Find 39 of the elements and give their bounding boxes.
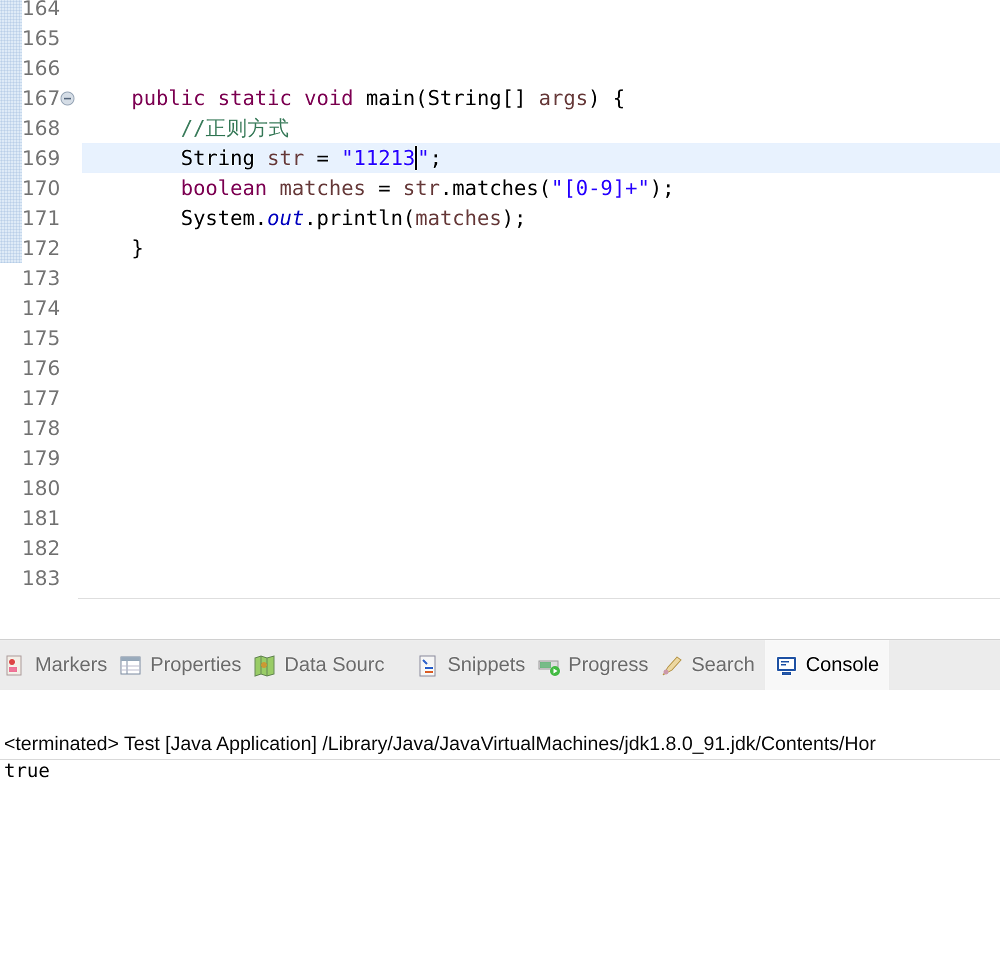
code-line: public static void main(String[] args) { [130, 86, 626, 110]
line-number: 168 [22, 116, 60, 140]
line-number: 164 [22, 0, 60, 20]
line-number: 176 [22, 356, 60, 380]
line-number: 172 [22, 236, 60, 260]
code-line: System.out.println(matches); [180, 206, 526, 230]
line-number: 182 [22, 536, 60, 560]
console-header: <terminated> Test [Java Application] /Library/Java/JavaVirtualMachines/jdk1.8.0_91.jdk/Contents/Hor [0, 733, 1000, 760]
line-number: 177 [22, 386, 60, 410]
line-number: 170 [22, 176, 60, 200]
panel-tab[interactable]: Progress [535, 640, 658, 690]
panel-tab[interactable]: Search [658, 640, 765, 690]
table-icon [119, 654, 142, 676]
line-number: 171 [22, 206, 60, 230]
panel-tab[interactable]: Markers [2, 640, 118, 690]
line-number: 183 [22, 566, 60, 590]
collapse-icon[interactable] [60, 90, 75, 106]
panel-tab[interactable]: Snippets [414, 640, 536, 690]
pen-icon [660, 654, 684, 676]
panel-tab[interactable]: Properties [117, 640, 252, 690]
panel-tab[interactable]: Console [764, 640, 890, 690]
code-line: //正则方式 [180, 115, 290, 142]
code-line: boolean matches = str.matches("[0-9]+"); [180, 176, 674, 200]
code-line: } [130, 236, 144, 260]
line-number: 174 [22, 296, 60, 320]
map-icon [253, 654, 276, 676]
line-number: 167 [22, 86, 60, 110]
line-number: 165 [22, 26, 60, 50]
line-number: 166 [22, 56, 60, 80]
line-number: 173 [22, 266, 60, 290]
line-number: 180 [22, 476, 60, 500]
line-number: 181 [22, 506, 60, 530]
console-output: true [3, 760, 51, 782]
line-number: 175 [22, 326, 60, 350]
line-number: 178 [22, 416, 60, 440]
line-number: 179 [22, 446, 60, 470]
line-number: 169 [22, 146, 60, 170]
code-line: String str = "11213"; [180, 146, 442, 170]
panel-tab[interactable]: Data Sourc [251, 640, 414, 690]
